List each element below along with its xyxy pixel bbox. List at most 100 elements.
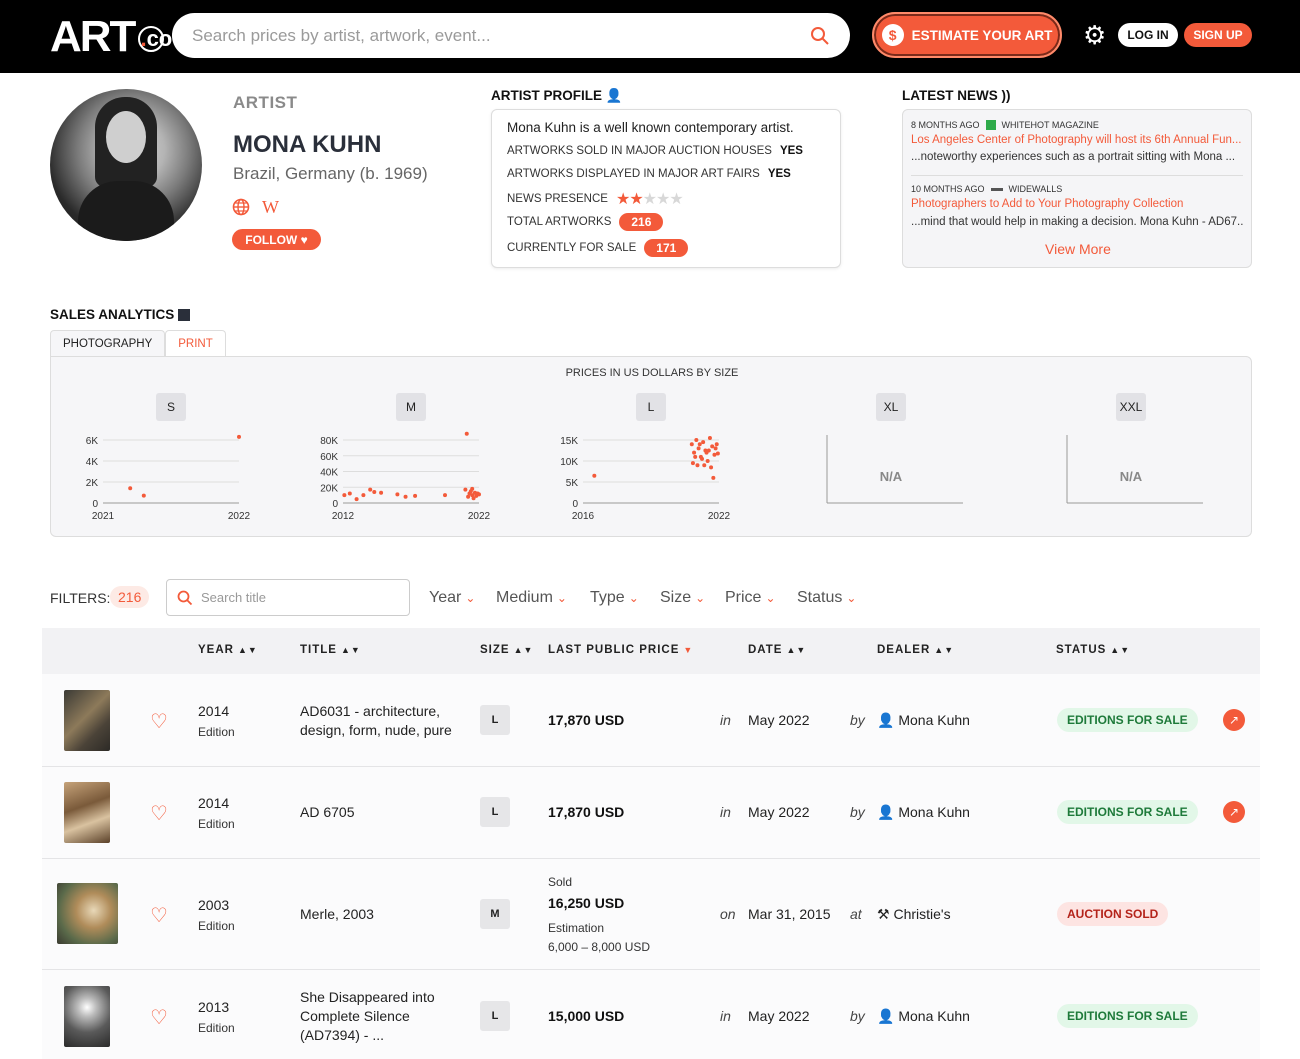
artist-label: ARTIST: [233, 93, 298, 112]
row-dealer[interactable]: 👤 Mona Kuhn: [877, 1008, 970, 1025]
heart-icon[interactable]: ♡: [150, 801, 168, 826]
artist-photo: [50, 89, 202, 241]
y-tick-label: 4K: [86, 457, 99, 468]
search-icon[interactable]: [810, 26, 830, 46]
col-price[interactable]: LAST PUBLIC PRICE ▼: [548, 644, 693, 656]
wikipedia-icon[interactable]: W: [262, 197, 279, 218]
data-point: [689, 442, 694, 447]
status-filter-dropdown[interactable]: Status ⌄: [797, 589, 856, 607]
news-headline[interactable]: Photographers to Add to Your Photography…: [911, 198, 1243, 210]
news-headline[interactable]: Los Angeles Center of Photography will h…: [911, 134, 1243, 146]
row-title[interactable]: (AD7394) - ...: [300, 1027, 384, 1043]
data-point: [372, 489, 377, 494]
title-search-input[interactable]: [201, 590, 399, 605]
trend-chart-icon[interactable]: ↗: [1223, 709, 1245, 731]
data-point: [695, 463, 700, 468]
sort-icon: ▲▼: [934, 645, 955, 655]
size-badge: L: [480, 1001, 510, 1031]
data-point: [464, 431, 469, 436]
data-point: [347, 491, 352, 496]
data-point: [712, 452, 717, 457]
col-size[interactable]: SIZE ▲▼: [480, 644, 533, 656]
col-date[interactable]: DATE ▲▼: [748, 644, 806, 656]
bar-chart-icon: [178, 309, 191, 322]
y-tick-label: 10K: [560, 457, 578, 468]
row-title[interactable]: design, form, nude, pure: [300, 722, 452, 738]
estimate-art-button[interactable]: $ ESTIMATE YOUR ART: [872, 12, 1062, 58]
artwork-thumbnail[interactable]: [57, 883, 118, 944]
size-chip-label: XL: [884, 400, 899, 414]
tab-photography[interactable]: PHOTOGRAPHY: [50, 330, 166, 357]
data-point: [395, 492, 400, 497]
title-search[interactable]: [166, 579, 410, 616]
data-point: [693, 454, 698, 459]
search-input[interactable]: [192, 25, 810, 46]
price-filter-dropdown[interactable]: Price ⌄: [725, 589, 776, 607]
row-date: May 2022: [748, 712, 810, 728]
row-title[interactable]: She Disappeared into: [300, 989, 435, 1005]
data-point: [477, 492, 481, 497]
y-tick-label: 0: [92, 499, 98, 510]
analytics-title: SALES ANALYTICS: [50, 307, 191, 322]
col-title[interactable]: TITLE ▲▼: [300, 644, 361, 656]
login-button[interactable]: LOG IN: [1118, 23, 1178, 47]
data-point: [470, 486, 475, 491]
row-title[interactable]: Complete Silence: [300, 1008, 410, 1024]
artwork-thumbnail[interactable]: [64, 782, 110, 843]
row-title[interactable]: AD 6705: [300, 804, 354, 820]
row-by: at: [850, 906, 862, 922]
data-point: [592, 473, 597, 478]
search-bar[interactable]: [172, 13, 850, 58]
profile-row: ARTWORKS SOLD IN MAJOR AUCTION HOUSES YES: [507, 145, 803, 157]
data-point: [403, 494, 408, 499]
globe-icon[interactable]: [232, 198, 250, 221]
heart-icon[interactable]: ♡: [150, 709, 168, 734]
news-meta: 10 MONTHS AGO WIDEWALLS: [911, 184, 1063, 194]
artist-name: MONA KUHN: [233, 131, 382, 158]
medium-filter-dropdown[interactable]: Medium ⌄: [496, 589, 567, 607]
size-charts: S 0 2K 4K 6K 2021 2022 M 0 20K 40K 60K 80K 2012 2022 L 0…: [86, 393, 1203, 522]
top-bar: ART.co $ ESTIMATE YOUR ART ⚙ LOG IN SIGN…: [0, 0, 1300, 73]
row-prep: in: [720, 804, 731, 820]
logo[interactable]: ART .co: [50, 12, 172, 62]
signup-button[interactable]: SIGN UP: [1184, 23, 1252, 47]
heart-icon[interactable]: ♡: [150, 903, 168, 928]
type-filter-dropdown[interactable]: Type ⌄: [590, 589, 639, 607]
profile-row: TOTAL ARTWORKS 216: [507, 213, 664, 231]
for-sale-badge: 171: [644, 239, 689, 257]
chevron-down-icon: ⌄: [846, 591, 857, 605]
col-dealer[interactable]: DEALER ▲▼: [877, 644, 954, 656]
row-dealer[interactable]: 👤 Mona Kuhn: [877, 712, 970, 729]
profile-intro: Mona Kuhn is a well known contemporary a…: [507, 120, 794, 135]
row-kind: Edition: [198, 725, 235, 739]
x-tick-label: 2016: [572, 511, 595, 522]
view-more-link[interactable]: View More: [1045, 241, 1111, 257]
sort-icon: ▲▼: [1110, 645, 1131, 655]
tab-print[interactable]: PRINT: [165, 330, 226, 357]
gear-icon[interactable]: ⚙: [1083, 22, 1109, 48]
trend-chart-icon[interactable]: ↗: [1223, 801, 1245, 823]
follow-button[interactable]: FOLLOW ♥: [232, 229, 321, 250]
heart-icon[interactable]: ♡: [150, 1005, 168, 1030]
row-dealer[interactable]: 👤 Mona Kuhn: [877, 804, 970, 821]
artwork-thumbnail[interactable]: [64, 986, 110, 1047]
filters-count-badge: 216: [110, 586, 150, 608]
y-tick-label: 60K: [320, 452, 338, 463]
row-title[interactable]: Merle, 2003: [300, 906, 374, 922]
col-year[interactable]: YEAR ▲▼: [198, 644, 258, 656]
news-snippet: ...noteworthy experiences such as a port…: [911, 151, 1236, 163]
size-badge: L: [480, 705, 510, 735]
size-chip-label: XXL: [1120, 400, 1143, 414]
year-filter-dropdown[interactable]: Year ⌄: [429, 589, 475, 607]
row-by: by: [850, 1008, 865, 1024]
artwork-thumbnail[interactable]: [64, 690, 110, 751]
size-filter-dropdown[interactable]: Size ⌄: [660, 589, 705, 607]
y-tick-label: 80K: [320, 436, 338, 447]
col-status[interactable]: STATUS ▲▼: [1056, 644, 1130, 656]
search-icon: [177, 590, 193, 605]
data-point: [714, 442, 719, 447]
data-point: [713, 446, 718, 451]
row-title[interactable]: AD6031 - architecture,: [300, 703, 440, 719]
row-price: 16,250 USD: [548, 895, 625, 911]
row-dealer[interactable]: ⚒ Christie's: [877, 906, 951, 923]
